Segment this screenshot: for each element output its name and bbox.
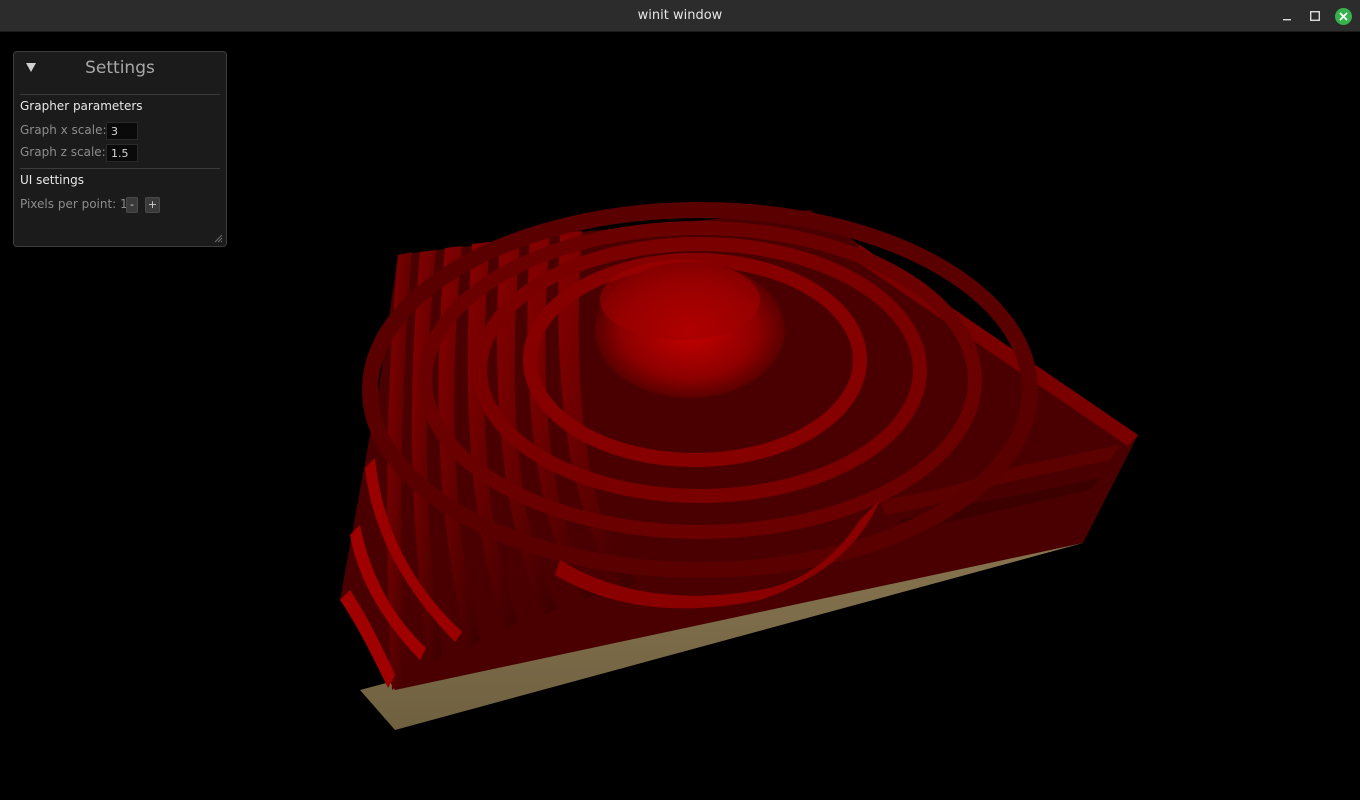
z-scale-label: Graph z scale: — [20, 145, 106, 159]
settings-panel[interactable]: Settings Grapher parameters Graph x scal… — [13, 51, 227, 247]
grapher-heading: Grapher parameters — [20, 99, 143, 113]
maximize-button[interactable] — [1305, 6, 1325, 26]
minimize-button[interactable] — [1277, 6, 1297, 26]
settings-header[interactable]: Settings — [14, 52, 226, 84]
title-bar[interactable]: winit window — [0, 0, 1360, 32]
close-button[interactable] — [1333, 6, 1353, 26]
x-scale-input[interactable] — [106, 122, 138, 140]
decrease-button[interactable]: - — [126, 197, 138, 213]
divider — [20, 168, 220, 169]
minimize-icon — [1283, 19, 1291, 21]
settings-title: Settings — [85, 58, 155, 78]
close-icon — [1339, 12, 1347, 20]
pixels-per-point-label: Pixels per point: 1 — [20, 197, 128, 211]
maximize-icon — [1310, 11, 1321, 22]
increase-button[interactable]: + — [145, 197, 160, 213]
window-title: winit window — [637, 8, 723, 23]
resize-grip-icon[interactable] — [214, 234, 223, 243]
divider — [20, 94, 220, 95]
x-scale-label: Graph x scale: — [20, 123, 107, 137]
z-scale-input[interactable] — [106, 144, 138, 162]
app-window: winit window Settings Grapher parameters… — [0, 0, 1360, 800]
ui-settings-heading: UI settings — [20, 173, 84, 187]
